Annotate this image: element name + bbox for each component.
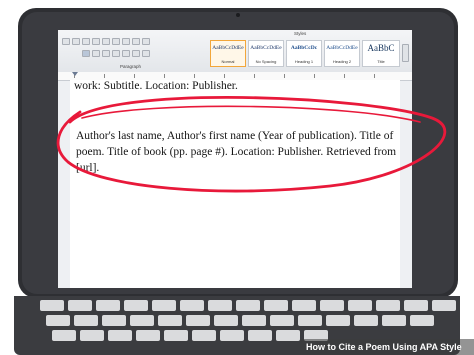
keyboard-key	[208, 300, 232, 311]
numbered-list-button[interactable]	[72, 38, 80, 45]
decrease-indent-button[interactable]	[102, 38, 110, 45]
align-left-button[interactable]	[82, 50, 90, 57]
ruler-tick	[374, 74, 375, 78]
keyboard-key	[432, 300, 456, 311]
style-sample: AaBbC	[367, 43, 395, 53]
style-label: No Spacing	[255, 59, 277, 64]
keyboard-key	[46, 315, 70, 326]
ruler-tick	[314, 74, 315, 78]
citation-line-3: [url].	[76, 162, 100, 174]
shading-button[interactable]	[142, 38, 150, 45]
style-sample: AaBbCcDdEe	[250, 45, 282, 51]
document-page[interactable]: work: Subtitle. Location: Publisher. Aut…	[70, 80, 400, 288]
style-heading-2[interactable]: AaBbCcDdEe Heading 2	[324, 40, 360, 67]
keyboard-key	[136, 330, 160, 341]
keyboard-key	[236, 300, 260, 311]
style-label: Heading 2	[332, 59, 352, 64]
align-right-button[interactable]	[102, 50, 110, 57]
citation-line-2: poem. Title of book (pp. page #). Locati…	[76, 146, 397, 158]
keyboard-key	[326, 315, 350, 326]
style-no-spacing[interactable]: AaBbCcDdEe No Spacing	[248, 40, 284, 67]
style-sample: AaBbCcDdEe	[326, 45, 358, 51]
word-processor-window: Paragraph Styles AaBbCcDdEe Normal AaBbC…	[58, 30, 412, 288]
keyboard-key	[292, 300, 316, 311]
keyboard-key	[382, 315, 406, 326]
indent-marker-icon[interactable]	[72, 72, 78, 76]
style-normal[interactable]: AaBbCcDdEe Normal	[210, 40, 246, 67]
caption-banner: How to Cite a Poem Using APA Style	[300, 339, 474, 355]
keyboard-key	[80, 330, 104, 341]
paragraph-group-label: Paragraph	[120, 64, 142, 69]
keyboard-key	[40, 300, 64, 311]
sort-button[interactable]	[122, 38, 130, 45]
camera-icon	[236, 13, 240, 17]
keyboard-key	[186, 315, 210, 326]
keyboard-key	[220, 330, 244, 341]
justify-button[interactable]	[112, 50, 120, 57]
paragraph-options-button[interactable]	[142, 50, 150, 57]
keyboard-key	[404, 300, 428, 311]
styles-scroll-arrow[interactable]	[402, 44, 409, 62]
keyboard-key	[68, 300, 92, 311]
keyboard-key	[376, 300, 400, 311]
columns-button[interactable]	[132, 50, 140, 57]
ribbon-toolbar: Paragraph Styles AaBbCcDdEe Normal AaBbC…	[58, 30, 412, 73]
borders-button[interactable]	[122, 50, 130, 57]
keyboard-key	[164, 330, 188, 341]
style-title[interactable]: AaBbC Title	[362, 40, 400, 67]
style-sample: AaBbCcDc	[290, 45, 318, 51]
keyboard-key	[96, 300, 120, 311]
ruler-tick	[284, 74, 285, 78]
keyboard-key	[102, 315, 126, 326]
citation-line-1: Author's last name, Author's first name …	[76, 130, 394, 142]
styles-group-label: Styles	[294, 31, 307, 36]
keyboard-key	[276, 330, 300, 341]
keyboard-key	[124, 300, 148, 311]
keyboard-key	[354, 315, 378, 326]
keyboard-key	[214, 315, 238, 326]
keyboard-key	[270, 315, 294, 326]
style-label: Normal	[221, 59, 235, 64]
style-label: Title	[377, 59, 385, 64]
ruler-tick	[344, 74, 345, 78]
keyboard-key	[52, 330, 76, 341]
line-spacing-button[interactable]	[62, 38, 70, 45]
align-center-button[interactable]	[92, 50, 100, 57]
keyboard-key	[158, 315, 182, 326]
multilevel-list-button[interactable]	[92, 38, 100, 45]
keyboard-key	[410, 315, 434, 326]
ruler-tick	[254, 74, 255, 78]
keyboard-key	[152, 300, 176, 311]
keyboard-key	[242, 315, 266, 326]
laptop: Paragraph Styles AaBbCcDdEe Normal AaBbC…	[0, 0, 474, 355]
style-sample: AaBbCcDdEe	[212, 45, 244, 51]
keyboard-key	[108, 330, 132, 341]
show-formatting-button[interactable]	[132, 38, 140, 45]
style-heading-1[interactable]: AaBbCcDc Heading 1	[286, 40, 322, 67]
document-line-top: work: Subtitle. Location: Publisher.	[74, 80, 238, 92]
keyboard-key	[74, 315, 98, 326]
keyboard-key	[264, 300, 288, 311]
keyboard-key	[298, 315, 322, 326]
increase-indent-button[interactable]	[112, 38, 120, 45]
keyboard-key	[320, 300, 344, 311]
keyboard-key	[130, 315, 154, 326]
keyboard-key	[348, 300, 372, 311]
keyboard-key	[180, 300, 204, 311]
keyboard-key	[248, 330, 272, 341]
style-label: Heading 1	[294, 59, 314, 64]
keyboard-key	[192, 330, 216, 341]
bullet-list-button[interactable]	[82, 38, 90, 45]
